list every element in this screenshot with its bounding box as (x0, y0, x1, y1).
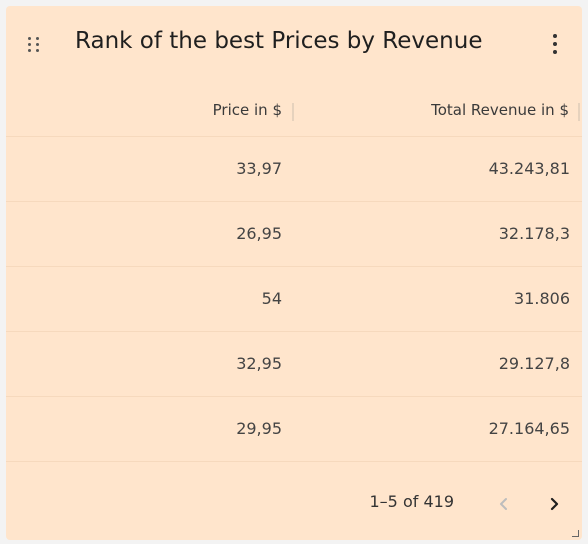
widget-card: Rank of the best Prices by Revenue Price… (6, 6, 582, 540)
table-header: Price in $ Total Revenue in $ (6, 84, 582, 137)
drag-handle-icon[interactable] (28, 36, 42, 52)
pagination-range: 1–5 of 419 (369, 492, 455, 511)
column-separator[interactable] (292, 103, 294, 121)
cell-price: 29,95 (236, 419, 282, 438)
column-header-revenue[interactable]: Total Revenue in $ (431, 84, 569, 136)
column-separator[interactable] (578, 103, 580, 121)
cell-revenue: 32.178,3 (498, 224, 570, 243)
cell-price: 26,95 (236, 224, 282, 243)
table-row: 32,95 29.127,8 (6, 332, 582, 397)
pagination-bar: 1–5 of 419 (6, 476, 582, 532)
chevron-right-icon (550, 497, 559, 511)
table-row: 29,95 27.164,65 (6, 397, 582, 462)
cell-price: 54 (261, 289, 282, 308)
previous-page-button[interactable] (490, 490, 518, 518)
table-row: 26,95 32.178,3 (6, 202, 582, 267)
cell-price: 32,95 (236, 354, 282, 373)
chevron-left-icon (500, 498, 507, 510)
next-page-button[interactable] (540, 490, 568, 518)
widget-title: Rank of the best Prices by Revenue (75, 28, 483, 54)
cell-revenue: 29.127,8 (498, 354, 570, 373)
more-vert-icon[interactable] (552, 34, 558, 54)
cell-revenue: 43.243,81 (488, 159, 570, 178)
column-header-price[interactable]: Price in $ (213, 84, 282, 136)
table-row: 54 31.806 (6, 267, 582, 332)
table-row: 33,97 43.243,81 (6, 137, 582, 202)
cell-price: 33,97 (236, 159, 282, 178)
resize-handle-icon[interactable] (572, 530, 579, 537)
data-table: Price in $ Total Revenue in $ 33,97 43.2… (6, 84, 582, 462)
cell-revenue: 31.806 (514, 289, 570, 308)
cell-revenue: 27.164,65 (488, 419, 570, 438)
